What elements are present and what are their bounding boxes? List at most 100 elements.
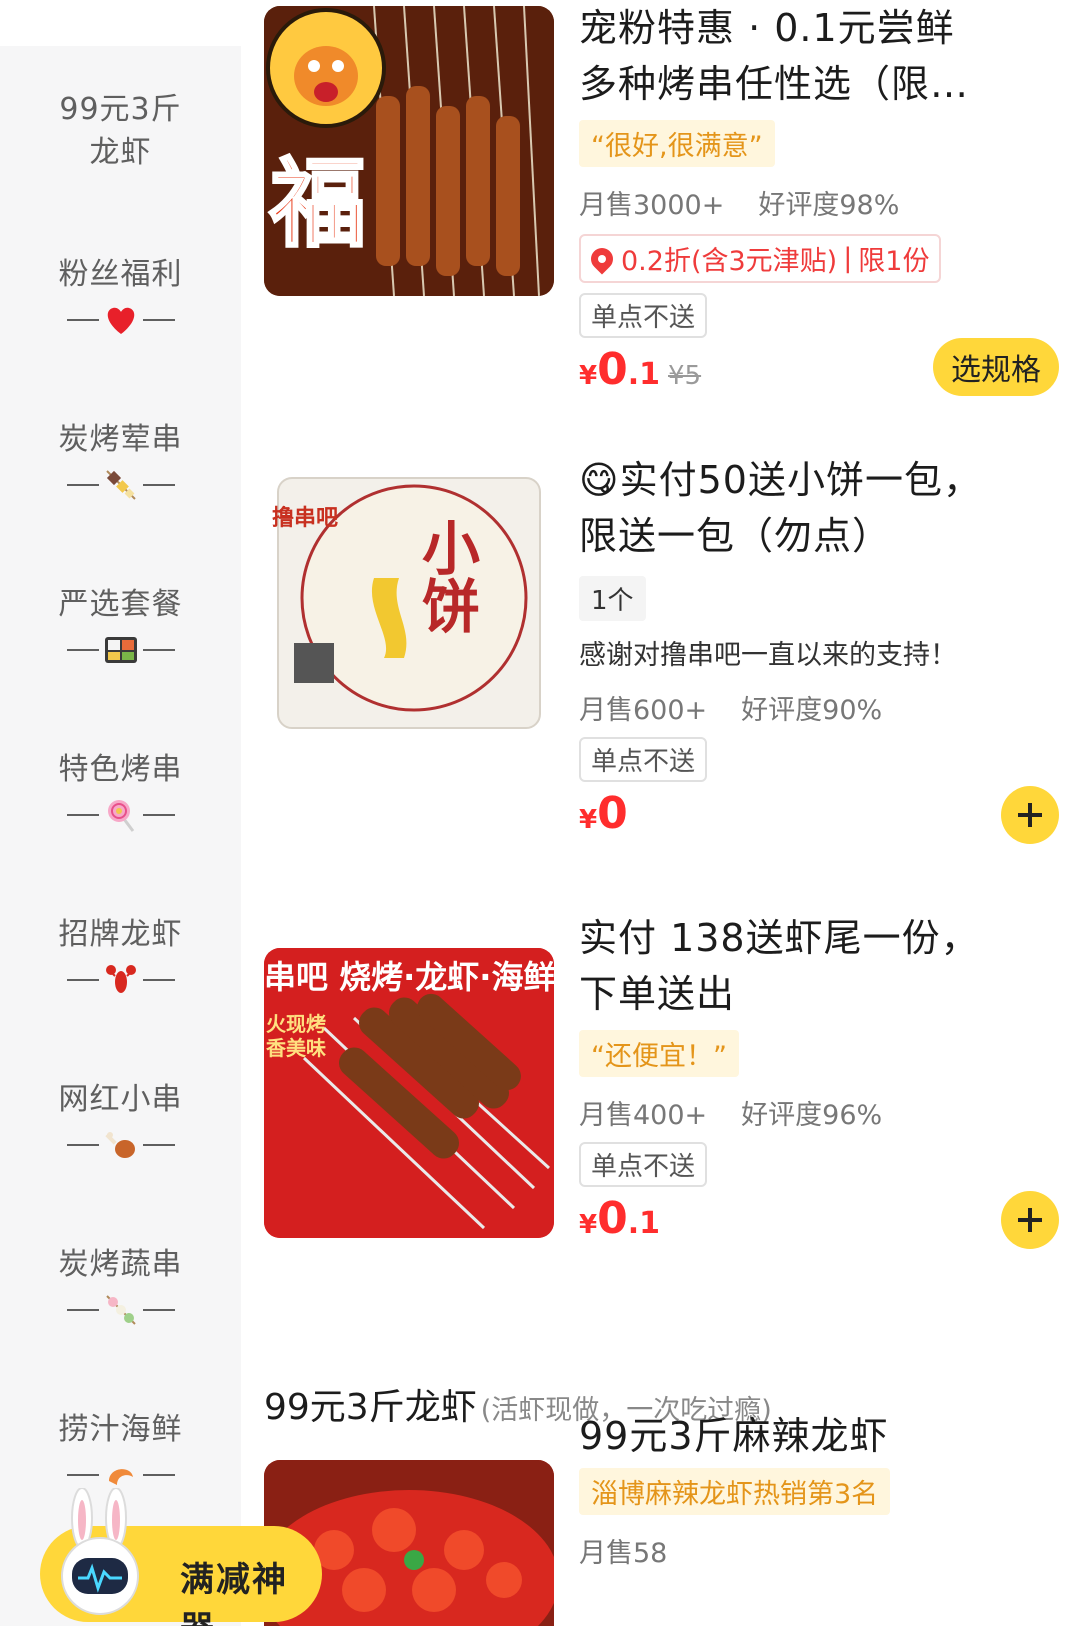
divider — [142, 979, 175, 981]
product-info: 宠粉特惠 · 0.1元尝鲜 多种烤串任性选（限… “很好,很满意” 月售3000… — [579, 0, 1059, 404]
sidebar-item-special-skewers[interactable]: 特色烤串 — [0, 748, 241, 898]
bento-box-icon — [101, 632, 141, 668]
divider — [142, 1309, 175, 1311]
currency-symbol: ¥ — [579, 361, 598, 391]
sidebar-item-label: 特色烤串 — [58, 752, 183, 787]
price-integer: 0 — [597, 1193, 628, 1244]
sidebar-deco — [0, 1125, 241, 1165]
unit-tag: 1个 — [579, 576, 646, 621]
divider — [66, 1309, 99, 1311]
sidebar-item-set-meals[interactable]: 严选套餐 — [0, 583, 241, 733]
sales-stats: 月售600+ 好评度90% — [579, 688, 1059, 727]
product-title: 限送一包（勿点） — [579, 514, 892, 558]
sidebar-top-item[interactable] — [0, 0, 241, 46]
monthly-sales: 月售600+ — [579, 695, 708, 726]
rating: 好评度96% — [741, 1100, 883, 1131]
price: ¥0 — [579, 788, 628, 839]
divider — [66, 1144, 99, 1146]
sidebar-list: 99元3斤 龙虾 粉丝福利 炭烤荤串 严选套餐 特色烤串 招牌龙虾 网红小串 炭… — [0, 46, 241, 1626]
price-integer: 0 — [597, 788, 628, 839]
divider — [142, 814, 175, 816]
divider — [142, 1474, 175, 1476]
category-sidebar: 99元3斤 龙虾 粉丝福利 炭烤荤串 严选套餐 特色烤串 招牌龙虾 网红小串 炭… — [0, 0, 241, 1626]
promo-badge: 0.2折(含3元津贴) | 限1份 — [579, 234, 942, 283]
currency-symbol: ¥ — [579, 1210, 598, 1240]
sidebar-item-meat-skewers[interactable]: 炭烤荤串 — [0, 418, 241, 568]
monthly-sales: 月售3000+ — [579, 190, 725, 221]
sidebar-item-label: 粉丝福利 — [58, 257, 183, 292]
currency-symbol: ¥ — [579, 805, 598, 835]
product-image[interactable]: 串吧 烧烤·龙虾·海鲜 火现烤 香美味 — [264, 948, 554, 1238]
monthly-sales: 月售58 — [579, 1538, 668, 1569]
drumstick-icon — [101, 1127, 141, 1163]
product-image-brand: 撸串吧 — [272, 506, 339, 531]
sidebar-item-label: 招牌龙虾 — [58, 917, 183, 952]
product-info: 99元3斤麻辣龙虾 淄博麻辣龙虾热销第3名 月售58 — [579, 1408, 1059, 1570]
rating: 好评度90% — [741, 695, 883, 726]
product-image-text: 福 — [269, 147, 368, 262]
sidebar-item-trendy-skewers[interactable]: 网红小串 — [0, 1078, 241, 1228]
divider — [142, 1144, 175, 1146]
sidebar-item-label: 炭烤蔬串 — [58, 1247, 183, 1282]
price-row: ¥0.1 — [579, 1191, 1059, 1253]
select-spec-button[interactable]: 选规格 — [933, 338, 1059, 396]
divider — [66, 979, 99, 981]
sidebar-item-veg-skewers[interactable]: 炭烤蔬串 — [0, 1243, 241, 1393]
price: ¥0.1 — [579, 1193, 660, 1244]
price-tag-icon — [586, 242, 618, 275]
review-quote-tag: “很好,很满意” — [579, 120, 775, 167]
product-info: 实付 138送虾尾一份， 下单送出 “还便宜！” 月售400+ 好评度96% 单点… — [579, 910, 1059, 1253]
sidebar-item-crayfish-deal[interactable]: 99元3斤 龙虾 — [0, 88, 241, 238]
price-row: ¥0.1 ¥5 选规格 — [579, 338, 1059, 404]
sidebar-item-label: 捞汁海鲜 — [58, 1412, 183, 1447]
sales-stats: 月售58 — [579, 1531, 1059, 1570]
sidebar-deco — [0, 795, 241, 835]
product-title: 下单送出 — [579, 972, 736, 1016]
meat-skewer-icon — [101, 467, 141, 503]
add-to-cart-button[interactable] — [1001, 1191, 1059, 1249]
lollipop-icon — [101, 797, 141, 833]
sidebar-deco — [0, 465, 241, 505]
product-image[interactable]: 福 — [264, 6, 554, 296]
sidebar-deco — [0, 960, 241, 1000]
product-image[interactable]: 撸串吧 小饼 — [264, 458, 554, 748]
no-delivery-tag: 单点不送 — [579, 1142, 708, 1187]
product-title: 多种烤串任性选（限… — [579, 62, 970, 106]
sidebar-item-label: 龙虾 — [89, 135, 152, 170]
heart-icon — [101, 302, 141, 338]
price-decimal: .1 — [627, 1206, 660, 1241]
product-title: 😋实付50送小饼一包， — [579, 458, 982, 502]
product-title: 宠粉特惠 · 0.1元尝鲜 — [579, 6, 955, 50]
sidebar-deco — [0, 630, 241, 670]
price-integer: 0 — [597, 344, 628, 395]
sidebar-deco — [0, 1290, 241, 1330]
promo-limit: 限1份 — [858, 246, 930, 277]
robot-rabbit-icon — [61, 1488, 139, 1615]
divider — [142, 484, 175, 486]
sidebar-item-label: 炭烤荤串 — [58, 422, 183, 457]
product-title: 实付 138送虾尾一份， — [579, 916, 980, 960]
price-decimal: .1 — [627, 357, 660, 392]
divider — [142, 319, 175, 321]
sales-stats: 月售3000+ 好评度98% — [579, 183, 1059, 222]
review-quote-tag: “还便宜！” — [579, 1030, 739, 1077]
no-delivery-tag: 单点不送 — [579, 293, 708, 338]
add-to-cart-button[interactable] — [1001, 786, 1059, 844]
divider — [66, 319, 99, 321]
lobster-icon — [101, 962, 141, 998]
divider — [66, 814, 99, 816]
product-info: 😋实付50送小饼一包， 限送一包（勿点） 1个 感谢对撸串吧一直以来的支持！ 月… — [579, 452, 1059, 848]
section-title: 99元3斤龙虾 — [264, 1387, 477, 1428]
sidebar-item-label: 网红小串 — [58, 1082, 183, 1117]
sidebar-deco — [0, 300, 241, 340]
price-row: ¥0 — [579, 786, 1059, 848]
sidebar-item-signature-crayfish[interactable]: 招牌龙虾 — [0, 913, 241, 1063]
sidebar-item-fan-benefits[interactable]: 粉丝福利 — [0, 253, 241, 403]
product-image-banner: 串吧 烧烤·龙虾·海鲜 — [264, 958, 554, 996]
product-image-text: 小饼 — [412, 518, 480, 634]
sales-stats: 月售400+ 好评度96% — [579, 1093, 1059, 1132]
discount-helper-button[interactable]: 满减神器 — [40, 1488, 322, 1626]
product-image-subtext: 火现烤 香美味 — [266, 1012, 326, 1060]
divider — [66, 649, 99, 651]
divider — [66, 484, 99, 486]
